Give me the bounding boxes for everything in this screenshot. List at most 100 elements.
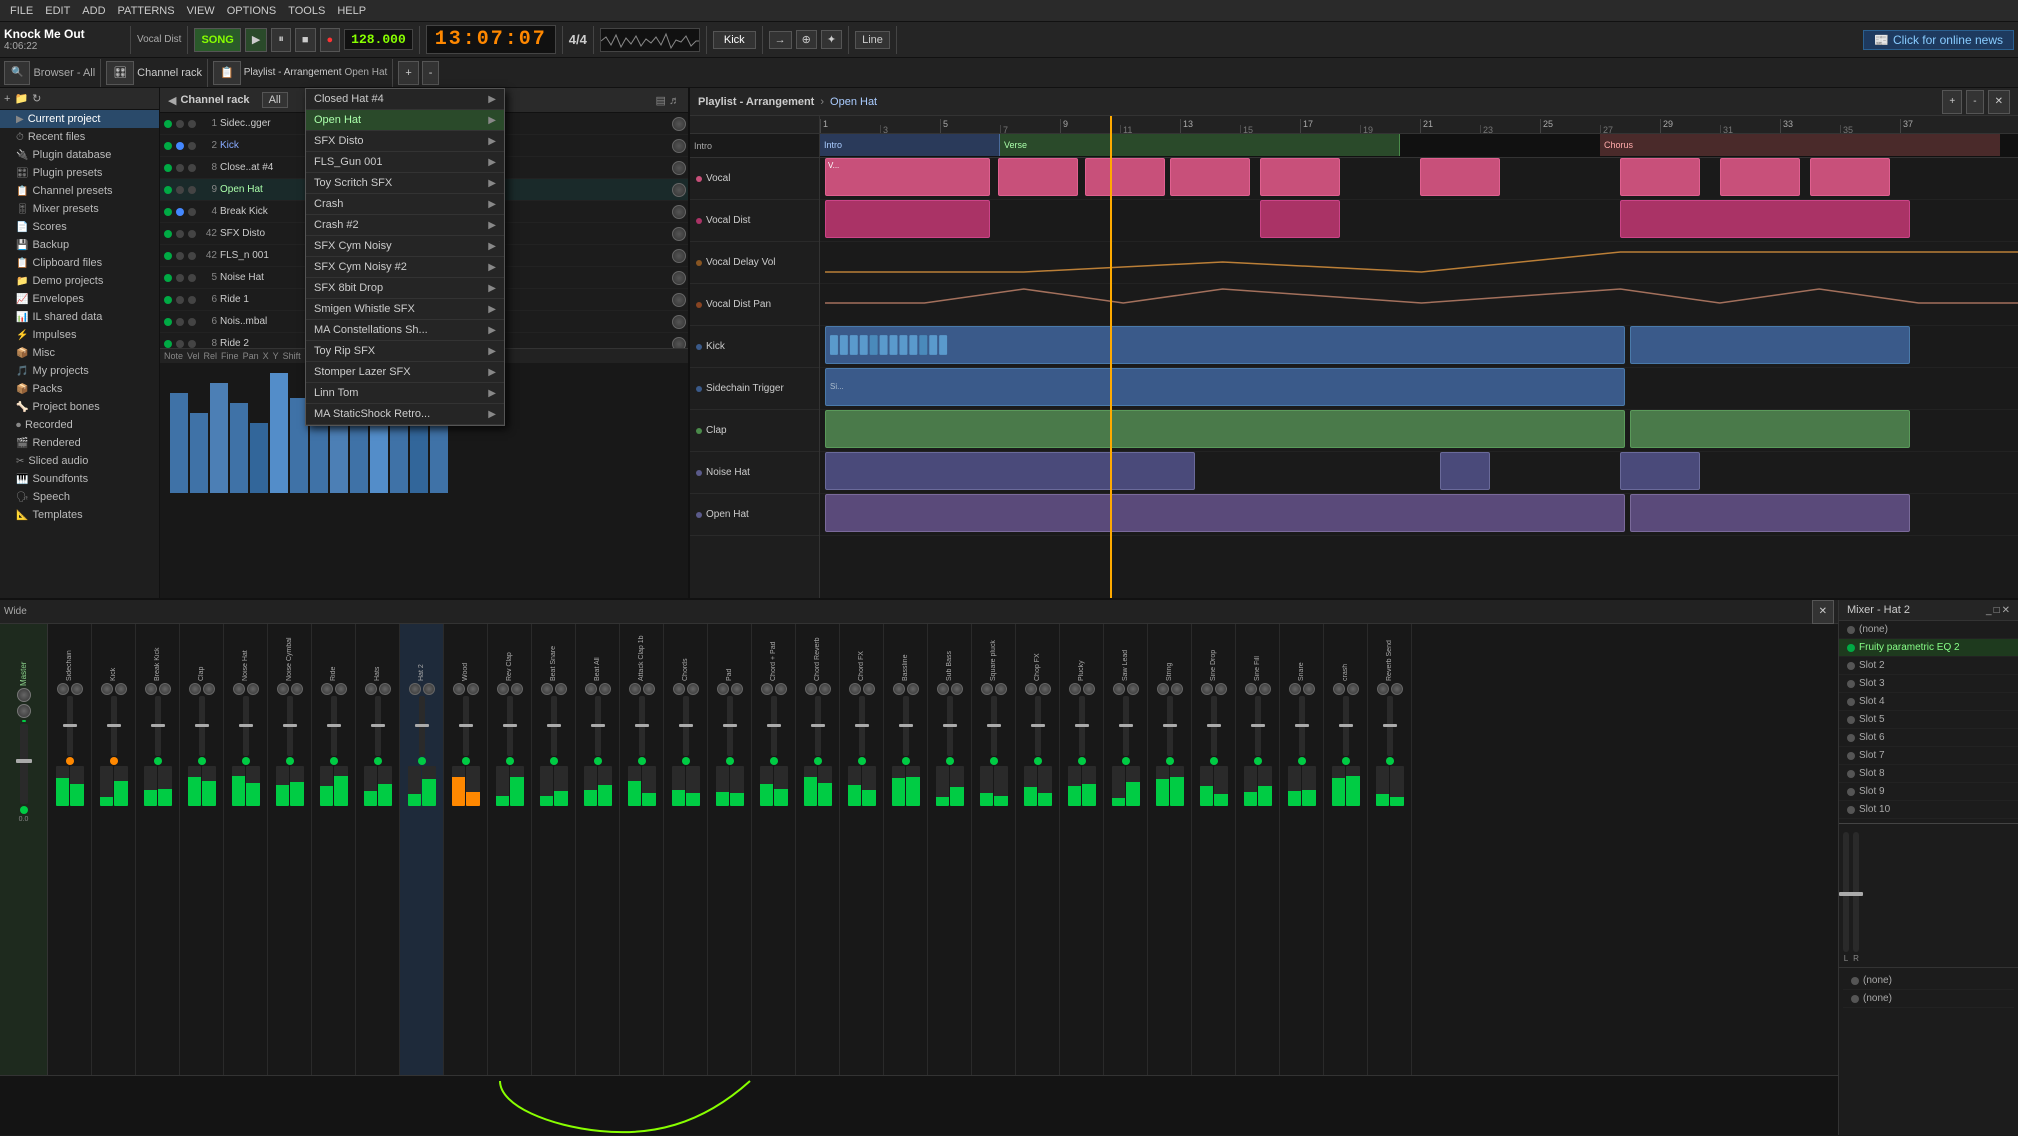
eq-slot-4[interactable]: Slot 4 — [1839, 693, 2018, 711]
mixer-strip-chop-fx[interactable]: Chop FX — [1016, 624, 1060, 1075]
sidebar-item-current-project[interactable]: ▶ Current project — [0, 110, 159, 128]
strip-knob[interactable] — [1025, 683, 1037, 695]
rp-fader-track2[interactable] — [1853, 832, 1859, 952]
strip-knob2[interactable] — [1039, 683, 1051, 695]
strip-knob[interactable] — [277, 683, 289, 695]
dd-item-toy-scritch[interactable]: Toy Scritch SFX ▶ — [306, 173, 504, 194]
dd-item-crash2[interactable]: Crash #2 ▶ — [306, 215, 504, 236]
menu-edit[interactable]: EDIT — [39, 3, 76, 19]
strip-knob[interactable] — [541, 683, 553, 695]
mixer-strip-pad[interactable]: Pad — [708, 624, 752, 1075]
ch-knob[interactable] — [672, 337, 686, 349]
eq-slot-8[interactable]: Slot 8 — [1839, 765, 2018, 783]
stop-button[interactable]: ■ — [295, 28, 316, 52]
bpm-display[interactable]: 128.000 — [344, 29, 413, 50]
sidechain-clip[interactable]: Si... — [825, 368, 1625, 406]
sidebar-item-envelopes[interactable]: 📈 Envelopes — [0, 290, 159, 308]
arrow-icon[interactable]: → — [769, 31, 792, 49]
dd-item-sfx-8bit[interactable]: SFX 8bit Drop ▶ — [306, 278, 504, 299]
open-hat-clip2[interactable] — [1630, 494, 1910, 532]
mixer-strip-kick[interactable]: Kick — [92, 624, 136, 1075]
mixer-strip-square-pluck[interactable]: Square pluck — [972, 624, 1016, 1075]
noise-hat-clip3[interactable] — [1620, 452, 1700, 490]
strip-knob[interactable] — [629, 683, 641, 695]
magnet-icon[interactable]: ⊕ — [796, 30, 817, 49]
arr-close[interactable]: ✕ — [1988, 90, 2010, 114]
vocal-clip2[interactable] — [998, 158, 1078, 196]
sidebar-add-icon[interactable]: + — [4, 93, 10, 105]
strip-knob[interactable] — [717, 683, 729, 695]
sidebar-item-my-projects[interactable]: 🎵 My projects — [0, 362, 159, 380]
strip-knob[interactable] — [585, 683, 597, 695]
vocal-clip8[interactable] — [1720, 158, 1800, 196]
eq-slot-6[interactable]: Slot 6 — [1839, 729, 2018, 747]
fader-track[interactable] — [1079, 696, 1085, 756]
vdist-clip3[interactable] — [1620, 200, 1910, 238]
eq-slot-10[interactable]: Slot 10 — [1839, 801, 2018, 819]
sidebar-item-backup[interactable]: 💾 Backup — [0, 236, 159, 254]
strip-knob2[interactable] — [115, 683, 127, 695]
fader-track[interactable] — [199, 696, 205, 756]
sidebar-item-speech[interactable]: 🗣 Speech — [0, 488, 159, 506]
strip-knob[interactable] — [1245, 683, 1257, 695]
dd-item-sfx-cym-noisy2[interactable]: SFX Cym Noisy #2 ▶ — [306, 257, 504, 278]
fader-track[interactable] — [1211, 696, 1217, 756]
mixer-strip-saw-lead[interactable]: Saw Lead — [1104, 624, 1148, 1075]
strip-knob2[interactable] — [643, 683, 655, 695]
fader-track[interactable] — [991, 696, 997, 756]
menu-file[interactable]: FILE — [4, 3, 39, 19]
mixer-strip-ride[interactable]: Ride — [312, 624, 356, 1075]
arr-zoom-in[interactable]: + — [1942, 90, 1962, 114]
strip-knob[interactable] — [937, 683, 949, 695]
strip-knob2[interactable] — [951, 683, 963, 695]
dd-item-closed-hat[interactable]: Closed Hat #4 ▶ — [306, 89, 504, 110]
strip-knob2[interactable] — [379, 683, 391, 695]
mixer-strip-beat-all[interactable]: Beat All — [576, 624, 620, 1075]
mixer-strip-bassline[interactable]: Bassline — [884, 624, 928, 1075]
fader-track[interactable] — [595, 696, 601, 756]
mixer-strip-chords[interactable]: Chords — [664, 624, 708, 1075]
mixer-strip-beat-snare[interactable]: Beat Snare — [532, 624, 576, 1075]
eq-slot-fruity-eq[interactable]: Fruity parametric EQ 2 — [1839, 639, 2018, 657]
sidebar-item-recorded[interactable]: ⏺ Recorded — [0, 416, 159, 434]
record-button[interactable]: ● — [320, 28, 341, 52]
vocal-clip7[interactable] — [1620, 158, 1700, 196]
fader-track[interactable] — [1167, 696, 1173, 756]
vocal-clip9[interactable] — [1810, 158, 1890, 196]
mixer-strip-crash[interactable]: crash — [1324, 624, 1368, 1075]
strip-knob[interactable] — [1333, 683, 1345, 695]
vocal-clip5[interactable] — [1260, 158, 1340, 196]
fader-track[interactable] — [155, 696, 161, 756]
strip-knob2[interactable] — [599, 683, 611, 695]
zoom-out-btn[interactable]: - — [422, 61, 440, 85]
menu-tools[interactable]: TOOLS — [282, 3, 331, 19]
rp-maximize[interactable]: □ — [1994, 605, 2000, 616]
strip-knob[interactable] — [1201, 683, 1213, 695]
mixer-strip-string[interactable]: String — [1148, 624, 1192, 1075]
mixer-close-btn[interactable]: ✕ — [1812, 600, 1834, 624]
play-button[interactable]: ▶ — [245, 28, 267, 52]
fader-track[interactable] — [1255, 696, 1261, 756]
arrangement-clips-area[interactable]: 1 3 5 7 9 11 13 15 17 19 21 23 25 27 — [820, 116, 2018, 598]
vocal-delay-clip[interactable] — [825, 242, 2018, 280]
strip-knob2[interactable] — [907, 683, 919, 695]
sidebar-item-scores[interactable]: 📄 Scores — [0, 218, 159, 236]
arr-track-vocal-dist[interactable]: Vocal Dist — [690, 200, 819, 242]
strip-knob[interactable] — [189, 683, 201, 695]
strip-knob2[interactable] — [1127, 683, 1139, 695]
strip-knob[interactable] — [1289, 683, 1301, 695]
strip-knob2[interactable] — [555, 683, 567, 695]
cr-mode[interactable]: All — [262, 92, 288, 108]
clap-clip2[interactable] — [1630, 410, 1910, 448]
mixer-strip-rev-clap[interactable]: Rev Clap — [488, 624, 532, 1075]
mixer-strip-attack-clap-1b[interactable]: Attack Clap 1b — [620, 624, 664, 1075]
strip-knob2[interactable] — [1215, 683, 1227, 695]
arr-track-open-hat[interactable]: Open Hat — [690, 494, 819, 536]
arr-pattern[interactable]: Open Hat — [830, 96, 877, 108]
arr-track-vocal-delay[interactable]: Vocal Delay Vol — [690, 242, 819, 284]
sidebar-item-il-shared[interactable]: 📊 IL shared data — [0, 308, 159, 326]
sidebar-item-soundfonts[interactable]: 🎹 Soundfonts — [0, 470, 159, 488]
strip-knob[interactable] — [365, 683, 377, 695]
strip-knob[interactable] — [233, 683, 245, 695]
sidebar-item-sliced-audio[interactable]: ✂ Sliced audio — [0, 452, 159, 470]
